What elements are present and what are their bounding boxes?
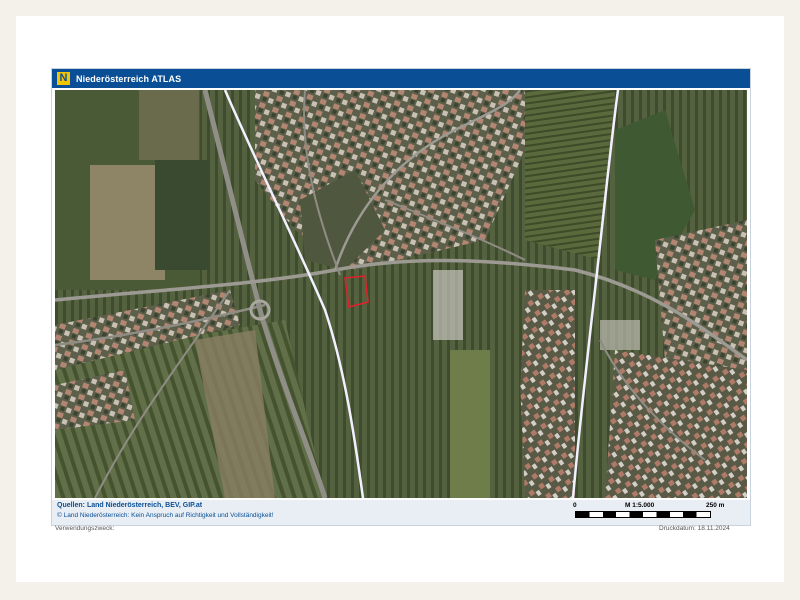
- farm-buildings: [433, 270, 463, 340]
- atlas-header: N Niederösterreich ATLAS: [52, 69, 750, 88]
- scale-bar: 0 M 1:5.000 250 m: [573, 502, 743, 522]
- scale-end-label: 250 m: [706, 502, 725, 509]
- green-field: [450, 350, 490, 498]
- print-page: N Niederösterreich ATLAS Quellen: Land N…: [16, 16, 784, 582]
- atlas-logo-icon: N: [57, 72, 70, 85]
- scale-graphic: [575, 511, 711, 518]
- settlement-east: [515, 290, 575, 498]
- scale-ratio-label: M 1:5.000: [625, 502, 655, 509]
- aerial-map[interactable]: [55, 90, 747, 498]
- yard: [600, 320, 640, 350]
- map-footer: Quellen: Land Niederösterreich, BEV, GIP…: [52, 500, 750, 525]
- bare-field: [139, 90, 199, 160]
- print-date: Druckdatum: 18.11.2024: [659, 525, 730, 532]
- map-canvas: [55, 90, 747, 498]
- scale-start-label: 0: [573, 502, 577, 509]
- atlas-frame: N Niederösterreich ATLAS Quellen: Land N…: [51, 68, 751, 526]
- settlement-southeast: [605, 350, 747, 498]
- dark-field: [155, 160, 210, 270]
- sources-text: Quellen: Land Niederösterreich, BEV, GIP…: [57, 502, 203, 509]
- purpose-label: Verwendungszweck:: [55, 525, 115, 532]
- settlement-northeast: [655, 220, 747, 380]
- copyright-text: © Land Niederösterreich: Kein Anspruch a…: [57, 512, 274, 519]
- bare-field: [90, 165, 165, 280]
- atlas-title: Niederösterreich ATLAS: [76, 73, 182, 84]
